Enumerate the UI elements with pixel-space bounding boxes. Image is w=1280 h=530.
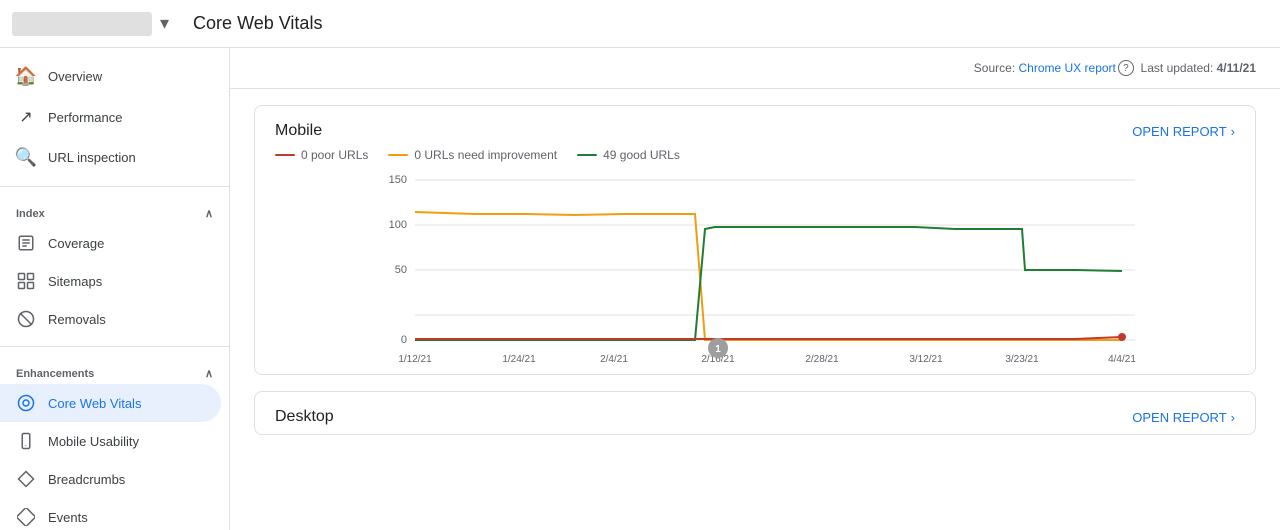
removals-icon xyxy=(16,310,36,328)
layout: 🏠 Overview ↗ Performance 🔍 URL inspectio… xyxy=(0,48,1280,530)
last-updated-value: 4/11/21 xyxy=(1217,61,1256,75)
svg-text:100: 100 xyxy=(389,219,407,231)
logo xyxy=(12,12,152,36)
sitemaps-icon xyxy=(16,272,36,290)
sidebar-item-performance[interactable]: ↗ Performance xyxy=(0,97,221,137)
sidebar-item-label: Removals xyxy=(48,312,106,327)
sidebar-item-label: Core Web Vitals xyxy=(48,396,141,411)
svg-text:3/23/21: 3/23/21 xyxy=(1005,354,1039,365)
legend-item-poor: 0 poor URLs xyxy=(275,148,368,162)
collapse-icon[interactable]: ∧ xyxy=(205,207,213,220)
legend-label-poor: 0 poor URLs xyxy=(301,148,368,162)
last-updated-label: Last updated: xyxy=(1141,61,1214,75)
legend-item-needs-improvement: 0 URLs need improvement xyxy=(388,148,557,162)
sidebar-item-sitemaps[interactable]: Sitemaps xyxy=(0,262,221,300)
legend-line-good xyxy=(577,154,597,156)
svg-text:2/28/21: 2/28/21 xyxy=(805,354,839,365)
svg-text:1/12/21: 1/12/21 xyxy=(398,354,432,365)
svg-text:4/4/21: 4/4/21 xyxy=(1108,354,1136,365)
chart-header-mobile: Mobile OPEN REPORT › xyxy=(255,106,1255,148)
sidebar-item-label: Events xyxy=(48,510,88,525)
performance-icon: ↗ xyxy=(16,107,36,127)
svg-text:3/12/21: 3/12/21 xyxy=(909,354,943,365)
content-area: Mobile OPEN REPORT › 0 poor URLs 0 URLs … xyxy=(230,89,1280,467)
sidebar-item-core-web-vitals[interactable]: Core Web Vitals xyxy=(0,384,221,422)
legend-line-poor xyxy=(275,154,295,156)
svg-text:1: 1 xyxy=(715,344,721,355)
sidebar-item-mobile-usability[interactable]: Mobile Usability xyxy=(0,422,221,460)
sidebar-item-coverage[interactable]: Coverage xyxy=(0,224,221,262)
sidebar: 🏠 Overview ↗ Performance 🔍 URL inspectio… xyxy=(0,48,230,530)
search-icon: 🔍 xyxy=(16,147,36,168)
sidebar-item-label: Coverage xyxy=(48,236,104,251)
svg-text:50: 50 xyxy=(395,264,407,276)
red-line xyxy=(415,337,1122,339)
desktop-open-report-link[interactable]: OPEN REPORT › xyxy=(1132,410,1235,425)
orange-line xyxy=(415,212,1122,340)
collapse-icon-2[interactable]: ∧ xyxy=(205,367,213,380)
page-title: Core Web Vitals xyxy=(193,13,322,34)
sidebar-item-overview[interactable]: 🏠 Overview xyxy=(0,56,221,97)
svg-text:2/4/21: 2/4/21 xyxy=(600,354,628,365)
legend-line-needs-improvement xyxy=(388,154,408,156)
sidebar-item-breadcrumbs[interactable]: Breadcrumbs xyxy=(0,460,221,498)
source-bar: Source: Chrome UX report ? Last updated:… xyxy=(230,48,1280,89)
sidebar-item-label: Sitemaps xyxy=(48,274,102,289)
mobile-chart-title: Mobile xyxy=(275,122,322,140)
dropdown-icon[interactable]: ▾ xyxy=(160,13,169,34)
home-icon: 🏠 xyxy=(16,66,36,87)
sidebar-divider xyxy=(0,186,229,187)
mobile-chart-card: Mobile OPEN REPORT › 0 poor URLs 0 URLs … xyxy=(254,105,1256,375)
sidebar-item-url-inspection[interactable]: 🔍 URL inspection xyxy=(0,137,221,178)
coverage-icon xyxy=(16,234,36,252)
mobile-icon xyxy=(16,432,36,450)
sidebar-divider-2 xyxy=(0,346,229,347)
sidebar-item-removals[interactable]: Removals xyxy=(0,300,221,338)
help-icon[interactable]: ? xyxy=(1118,60,1134,76)
mobile-chart-area: 150 100 50 0 1/12/21 1/24/21 2/4/21 2/16… xyxy=(255,170,1255,374)
mobile-chart-legend: 0 poor URLs 0 URLs need improvement 49 g… xyxy=(255,148,1255,170)
arrow-icon: › xyxy=(1231,124,1235,139)
sidebar-section-enhancements: Enhancements ∧ xyxy=(0,355,229,384)
mobile-chart-svg: 150 100 50 0 1/12/21 1/24/21 2/4/21 2/16… xyxy=(275,170,1235,370)
main-content: Source: Chrome UX report ? Last updated:… xyxy=(230,48,1280,530)
sidebar-item-label: Overview xyxy=(48,69,102,84)
core-web-vitals-icon xyxy=(16,394,36,412)
top-bar: ▾ Core Web Vitals xyxy=(0,0,1280,48)
red-endpoint xyxy=(1118,333,1126,341)
mobile-open-report-link[interactable]: OPEN REPORT › xyxy=(1132,124,1235,139)
source-label: Source: xyxy=(974,61,1015,75)
legend-label-needs-improvement: 0 URLs need improvement xyxy=(414,148,557,162)
chart-header-desktop: Desktop OPEN REPORT › xyxy=(255,392,1255,434)
events-icon xyxy=(16,508,36,526)
sidebar-item-events[interactable]: Events xyxy=(0,498,221,530)
desktop-chart-title: Desktop xyxy=(275,408,334,426)
sidebar-item-label: Breadcrumbs xyxy=(48,472,125,487)
source-link[interactable]: Chrome UX report xyxy=(1019,61,1116,75)
svg-text:150: 150 xyxy=(389,174,407,186)
sidebar-item-label: URL inspection xyxy=(48,150,136,165)
svg-text:1/24/21: 1/24/21 xyxy=(502,354,536,365)
sidebar-section-index: Index ∧ xyxy=(0,195,229,224)
breadcrumbs-icon xyxy=(16,470,36,488)
desktop-chart-card: Desktop OPEN REPORT › xyxy=(254,391,1256,435)
legend-label-good: 49 good URLs xyxy=(603,148,680,162)
arrow-icon-desktop: › xyxy=(1231,410,1235,425)
green-line xyxy=(415,227,1122,340)
sidebar-item-label: Mobile Usability xyxy=(48,434,139,449)
legend-item-good: 49 good URLs xyxy=(577,148,680,162)
svg-text:0: 0 xyxy=(401,334,407,346)
sidebar-item-label: Performance xyxy=(48,110,122,125)
